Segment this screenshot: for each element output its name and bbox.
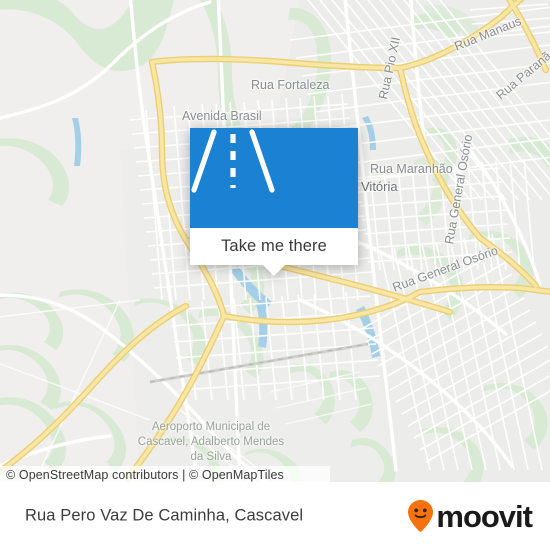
map-label-vitoria: Vitória [361,179,398,194]
card-icon-area [190,128,358,228]
attribution-text: © OpenStreetMap contributors | © OpenMap… [6,467,284,482]
card-action-area[interactable]: Take me there [190,228,358,265]
take-me-there-label: Take me there [221,237,327,255]
moovit-smiley-pin-icon [408,500,434,532]
footer-bar: Rua Pero Vaz De Caminha, Cascavel moovit [0,482,550,550]
map-attribution[interactable]: © OpenStreetMap contributors | © OpenMap… [0,466,330,482]
moovit-logo[interactable]: moovit [407,498,533,534]
moovit-wordmark: moovit [436,498,533,534]
road-icon [191,129,275,193]
map-canvas[interactable]: Rua Manaus Rua Paranã Rua Fortaleza Rua … [0,0,550,482]
card-pointer [263,265,285,276]
page-title: Rua Pero Vaz De Caminha, Cascavel [25,506,304,525]
moovit-map-page: Rua Manaus Rua Paranã Rua Fortaleza Rua … [0,0,550,550]
take-me-there-card[interactable]: Take me there [190,128,358,276]
map-label-aeroporto: Aeroporto Municipal de Cascavel, Adalber… [137,421,285,463]
